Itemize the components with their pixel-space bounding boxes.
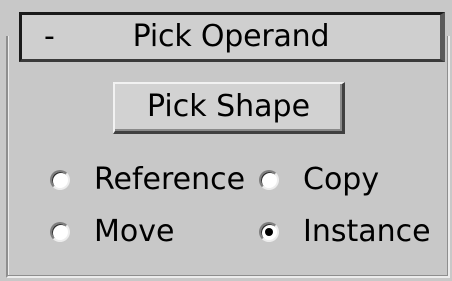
radio-label-reference: Reference	[94, 162, 246, 197]
radio-label-instance: Instance	[303, 214, 431, 249]
radio-button-selected-icon[interactable]	[259, 222, 279, 242]
radio-instance[interactable]: Instance	[259, 212, 431, 252]
pick-operand-rollout: - Pick Operand Pick Shape Reference Copy…	[0, 0, 452, 281]
radio-copy[interactable]: Copy	[259, 160, 379, 200]
rollout-title-bar[interactable]: - Pick Operand	[19, 12, 445, 62]
radio-button-icon[interactable]	[259, 170, 279, 190]
radio-reference[interactable]: Reference	[50, 160, 245, 200]
radio-button-icon[interactable]	[50, 222, 70, 242]
pick-shape-button[interactable]: Pick Shape	[113, 82, 345, 134]
radio-label-move: Move	[94, 214, 175, 249]
radio-move[interactable]: Move	[50, 212, 174, 252]
radio-label-copy: Copy	[303, 162, 380, 197]
radio-button-icon[interactable]	[50, 170, 70, 190]
rollout-title: Pick Operand	[132, 19, 330, 54]
